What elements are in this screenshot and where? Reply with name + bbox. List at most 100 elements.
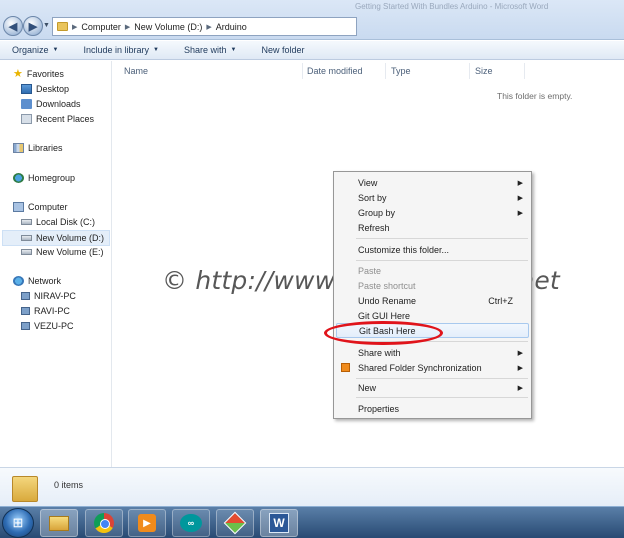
pc-icon — [21, 292, 30, 300]
nav-homegroup[interactable]: Homegroup — [13, 173, 75, 183]
organize-label: Organize — [12, 45, 49, 55]
include-in-library-button[interactable]: Include in library ▼ — [71, 45, 171, 55]
recent-pages-dropdown[interactable]: ▼ — [43, 22, 50, 29]
menu-item-paste-shortcut[interactable]: Paste shortcut — [336, 278, 529, 293]
nav-favorites[interactable]: ★ Favorites — [13, 68, 64, 80]
menu-separator — [356, 341, 528, 342]
new-folder-label: New folder — [261, 45, 305, 55]
column-size[interactable]: Size — [475, 66, 493, 76]
pc-icon — [21, 322, 30, 330]
chevron-right-icon[interactable]: ▶ — [206, 23, 211, 31]
star-icon: ★ — [13, 68, 23, 80]
nav-label: VEZU-PC — [34, 321, 74, 331]
column-divider[interactable] — [469, 63, 470, 79]
submenu-arrow-icon: ▶ — [517, 349, 523, 357]
nav-label: Computer — [28, 202, 68, 212]
nav-pc-nirav[interactable]: NIRAV-PC — [21, 291, 76, 301]
menu-label: Sort by — [358, 192, 387, 203]
nav-label: New Volume (E:) — [36, 247, 104, 257]
menu-label: Properties — [358, 403, 400, 414]
menu-separator — [356, 397, 528, 398]
nav-label: Local Disk (C:) — [36, 217, 96, 227]
taskbar-explorer[interactable] — [40, 509, 78, 537]
chrome-icon — [94, 513, 114, 533]
nav-label: New Volume (D:) — [36, 233, 105, 243]
nav-label: NIRAV-PC — [34, 291, 76, 301]
menu-item-view[interactable]: View ▶ — [336, 175, 529, 190]
empty-folder-message: This folder is empty. — [497, 91, 573, 101]
new-folder-button[interactable]: New folder — [249, 45, 317, 55]
nav-downloads[interactable]: Downloads — [21, 99, 81, 109]
nav-computer[interactable]: Computer — [13, 202, 68, 212]
context-menu: View ▶ Sort by ▶ Group by ▶ Refresh Customi… — [333, 171, 532, 419]
column-divider[interactable] — [302, 63, 303, 79]
drive-icon — [21, 249, 32, 255]
menu-separator — [356, 238, 528, 239]
menu-label: Group by — [358, 207, 396, 218]
nav-pc-vezu[interactable]: VEZU-PC — [21, 321, 74, 331]
forward-arrow-icon: ▶ — [28, 20, 38, 33]
menu-item-customize-folder[interactable]: Customize this folder... — [336, 242, 529, 257]
column-divider[interactable] — [385, 63, 386, 79]
nav-new-volume-d[interactable]: New Volume (D:) — [2, 230, 110, 246]
nav-pc-ravi[interactable]: RAVI-PC — [21, 306, 70, 316]
address-bar[interactable]: ▶ Computer ▶ New Volume (D:) ▶ Arduino — [52, 17, 357, 36]
breadcrumb-new-volume-d[interactable]: New Volume (D:) — [134, 22, 202, 32]
column-name[interactable]: Name — [124, 66, 148, 76]
taskbar-arduino[interactable]: ∞ — [172, 509, 210, 537]
menu-item-group-by[interactable]: Group by ▶ — [336, 205, 529, 220]
share-with-label: Share with — [183, 45, 227, 55]
forward-button[interactable]: ▶ — [23, 16, 43, 36]
menu-item-undo-rename[interactable]: Undo Rename Ctrl+Z — [336, 293, 529, 308]
menu-item-git-gui-here[interactable]: Git GUI Here — [336, 308, 529, 323]
chevron-right-icon[interactable]: ▶ — [72, 23, 77, 31]
chevron-right-icon[interactable]: ▶ — [125, 23, 130, 31]
menu-item-paste[interactable]: Paste — [336, 263, 529, 278]
menu-item-shared-folder-sync[interactable]: Shared Folder Synchronization ▶ — [336, 360, 529, 375]
nav-desktop[interactable]: Desktop — [21, 84, 69, 94]
nav-label: RAVI-PC — [34, 306, 70, 316]
start-button[interactable]: ⊞ — [2, 508, 34, 538]
nav-new-volume-e[interactable]: New Volume (E:) — [21, 247, 104, 257]
taskbar-media-player[interactable]: ▶ — [128, 509, 166, 537]
menu-shortcut: Ctrl+Z — [488, 295, 513, 306]
menu-item-properties[interactable]: Properties — [336, 401, 529, 416]
breadcrumb-computer[interactable]: Computer — [81, 22, 121, 32]
taskbar: ⊞ ▶ ∞ W — [0, 506, 624, 538]
menu-item-share-with[interactable]: Share with ▶ — [336, 345, 529, 360]
menu-separator — [356, 378, 528, 379]
breadcrumb-arduino[interactable]: Arduino — [216, 22, 247, 32]
organize-button[interactable]: Organize ▼ — [0, 45, 71, 55]
menu-label: Shared Folder Synchronization — [358, 362, 482, 373]
nav-label: Homegroup — [28, 173, 76, 183]
menu-item-refresh[interactable]: Refresh — [336, 220, 529, 235]
column-divider[interactable] — [524, 63, 525, 79]
share-with-button[interactable]: Share with ▼ — [172, 45, 249, 55]
nav-local-disk-c[interactable]: Local Disk (C:) — [21, 217, 95, 227]
nav-label: Libraries — [28, 143, 63, 153]
drive-icon — [21, 219, 32, 225]
taskbar-word[interactable]: W — [260, 509, 298, 537]
back-button[interactable]: ◀ — [3, 16, 23, 36]
taskbar-git[interactable] — [216, 509, 254, 537]
taskbar-chrome[interactable] — [85, 509, 123, 537]
submenu-arrow-icon: ▶ — [517, 179, 523, 187]
column-date-modified[interactable]: Date modified — [307, 66, 363, 76]
submenu-arrow-icon: ▶ — [517, 364, 523, 372]
menu-label: Paste shortcut — [358, 280, 416, 291]
windows-explorer-icon — [49, 515, 69, 531]
media-player-icon: ▶ — [138, 514, 156, 532]
menu-item-new[interactable]: New ▶ — [336, 380, 529, 395]
menu-item-git-bash-here[interactable]: Git Bash Here — [336, 323, 529, 338]
nav-libraries[interactable]: Libraries — [13, 143, 63, 153]
menu-label: Git Bash Here — [359, 325, 416, 336]
libraries-icon — [13, 143, 24, 153]
sync-icon — [341, 363, 350, 372]
dropdown-arrow-icon: ▼ — [230, 47, 237, 53]
menu-label: Paste — [358, 265, 382, 276]
nav-network[interactable]: Network — [13, 276, 61, 286]
column-type[interactable]: Type — [391, 66, 411, 76]
back-arrow-icon: ◀ — [8, 20, 18, 33]
nav-recent-places[interactable]: Recent Places — [21, 114, 94, 124]
menu-item-sort-by[interactable]: Sort by ▶ — [336, 190, 529, 205]
